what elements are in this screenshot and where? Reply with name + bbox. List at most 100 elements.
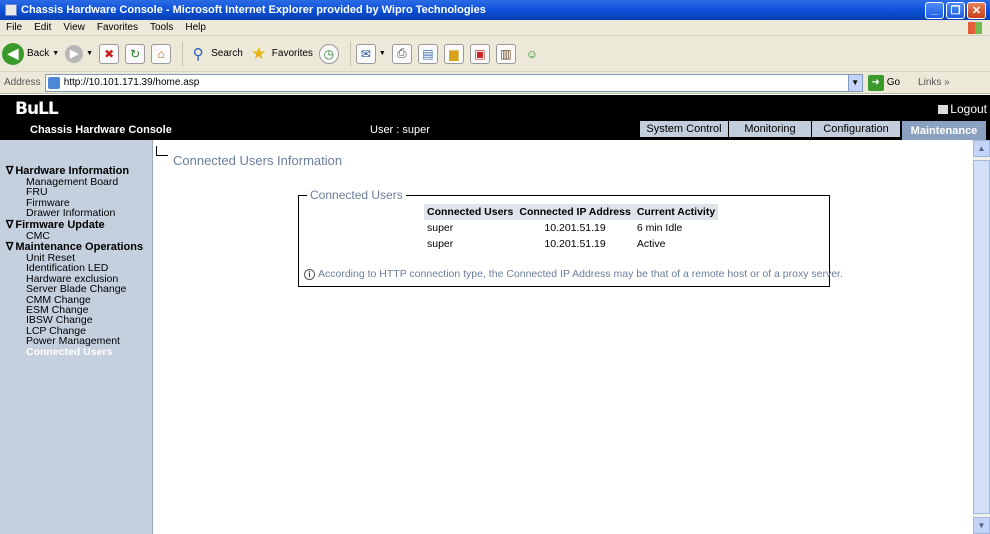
folder-button[interactable]: ▆ xyxy=(443,43,464,64)
info-note-text: According to HTTP connection type, the C… xyxy=(318,268,843,280)
cell-ip-address: 10.201.51.19 xyxy=(544,222,606,234)
research-button[interactable]: ▥ xyxy=(495,43,516,64)
tab-monitoring[interactable]: Monitoring xyxy=(729,121,811,137)
research-icon: ▥ xyxy=(495,43,516,64)
tab-system-control[interactable]: System Control xyxy=(640,121,728,137)
cell-user: super xyxy=(427,222,454,234)
info-icon: i xyxy=(304,268,315,280)
go-arrow-icon: ➜ xyxy=(867,74,884,91)
forward-dropdown-icon[interactable]: ▼ xyxy=(86,50,93,57)
close-button[interactable]: ✕ xyxy=(967,1,986,19)
pdf-button[interactable]: ▣ xyxy=(469,43,490,64)
search-icon: ⚲ xyxy=(192,45,204,63)
table-row: super 10.201.51.19 Active xyxy=(424,236,718,252)
logout-icon xyxy=(938,104,949,114)
sidebar-nav: ∇ Hardware Information Management Board F… xyxy=(0,140,153,534)
connected-users-table: Connected Users Connected IP Address Cur… xyxy=(424,204,719,252)
tab-configuration[interactable]: Configuration xyxy=(812,121,900,137)
column-header-connected-users: Connected Users xyxy=(424,204,517,220)
bull-logo: BuLL xyxy=(15,99,59,119)
stop-icon: ✖ xyxy=(99,43,120,64)
console-name: Chassis Hardware Console xyxy=(30,124,172,136)
page-icon xyxy=(47,76,60,89)
home-button[interactable]: ⌂ xyxy=(151,43,172,64)
browser-toolbar: ◀ Back ▼ ▶ ▼ ✖ ↻ ⌂ ⚲ Search ★ Favorites … xyxy=(0,36,990,72)
sidebar-item-drawer-information[interactable]: Drawer Information xyxy=(6,208,151,219)
nav-section-firmware-update[interactable]: ∇ Firmware Update xyxy=(6,219,151,231)
minimize-button[interactable]: _ xyxy=(925,1,944,19)
menu-tools[interactable]: Tools xyxy=(144,22,179,33)
connected-users-panel: Connected Users Connected Users Connecte… xyxy=(298,188,843,287)
scroll-thumb[interactable] xyxy=(973,160,990,514)
forward-button[interactable]: ▶ ▼ xyxy=(65,44,93,63)
edit-button[interactable]: ▤ xyxy=(417,43,438,64)
refresh-button[interactable]: ↻ xyxy=(125,43,146,64)
table-header-row: Connected Users Connected IP Address Cur… xyxy=(424,204,719,220)
column-header-current-activity: Current Activity xyxy=(633,204,719,220)
windows-logo-icon xyxy=(968,21,982,34)
panel-title: Connected Users xyxy=(307,188,406,202)
ie-window-icon xyxy=(5,4,17,16)
mail-dropdown-icon[interactable]: ▼ xyxy=(379,50,386,57)
cell-ip-address: 10.201.51.19 xyxy=(544,238,606,250)
address-bar: Address http://10.101.171.39/home.asp ▼ … xyxy=(0,72,990,94)
scroll-down-icon[interactable]: ▼ xyxy=(973,517,990,534)
folder-icon: ▆ xyxy=(443,43,464,64)
collapse-triangle-icon: ∇ xyxy=(6,241,14,254)
menu-favorites[interactable]: Favorites xyxy=(91,22,144,33)
menu-help[interactable]: Help xyxy=(179,22,212,33)
home-icon: ⌂ xyxy=(151,43,172,64)
user-info: User : super xyxy=(370,124,430,136)
stop-button[interactable]: ✖ xyxy=(99,43,120,64)
edit-page-icon: ▤ xyxy=(417,43,438,64)
window-title-bar: Chassis Hardware Console - Microsoft Int… xyxy=(0,0,990,20)
address-url: http://10.101.171.39/home.asp xyxy=(63,77,200,88)
messenger-button[interactable]: ☺ xyxy=(522,44,542,64)
tab-maintenance[interactable]: Maintenance xyxy=(902,121,986,140)
scroll-up-icon[interactable]: ▲ xyxy=(973,140,990,157)
app-header: BuLL Logout Chassis Hardware Console Use… xyxy=(0,95,990,140)
sidebar-item-cmc[interactable]: CMC xyxy=(6,230,151,241)
logout-link[interactable]: Logout xyxy=(938,102,987,116)
cell-activity: 6 min Idle xyxy=(636,222,683,234)
address-dropdown-icon[interactable]: ▼ xyxy=(847,74,862,91)
main-content: Connected Users Information Connected Us… xyxy=(154,140,973,534)
cell-activity: Active xyxy=(636,238,666,250)
table-row: super 10.201.51.19 6 min Idle xyxy=(424,220,718,236)
pdf-icon: ▣ xyxy=(469,43,490,64)
sidebar-item-connected-users[interactable]: Connected Users xyxy=(6,346,151,357)
back-arrow-icon: ◀ xyxy=(2,42,24,65)
cell-user: super xyxy=(427,238,454,250)
history-icon: ◷ xyxy=(318,43,339,64)
go-button[interactable]: ➜ Go xyxy=(867,74,900,91)
menu-view[interactable]: View xyxy=(57,22,91,33)
address-label: Address xyxy=(4,77,41,88)
collapse-triangle-icon: ∇ xyxy=(6,165,14,177)
print-icon: ⎙ xyxy=(391,43,412,64)
column-header-ip-address: Connected IP Address xyxy=(516,204,634,220)
forward-arrow-icon: ▶ xyxy=(65,44,84,63)
mail-button[interactable]: ✉ ▼ xyxy=(355,43,386,64)
history-button[interactable]: ◷ xyxy=(318,43,339,64)
menu-bar: File Edit View Favorites Tools Help xyxy=(0,20,990,36)
favorites-star-icon: ★ xyxy=(251,43,267,63)
page-title: Connected Users Information xyxy=(173,153,343,168)
links-button[interactable]: Links » xyxy=(918,77,950,88)
vertical-scrollbar[interactable]: ▲ ▼ xyxy=(973,140,990,534)
collapse-triangle-icon: ∇ xyxy=(6,218,14,231)
menu-file[interactable]: File xyxy=(0,22,28,33)
mail-icon: ✉ xyxy=(355,43,376,64)
search-button[interactable]: ⚲ Search xyxy=(188,44,243,64)
back-button[interactable]: ◀ Back ▼ xyxy=(2,42,59,65)
messenger-icon: ☺ xyxy=(525,46,538,61)
favorites-button[interactable]: ★ Favorites xyxy=(249,44,313,64)
info-note: i According to HTTP connection type, the… xyxy=(304,268,843,280)
back-dropdown-icon[interactable]: ▼ xyxy=(52,50,59,57)
address-input[interactable]: http://10.101.171.39/home.asp ▼ xyxy=(44,73,863,92)
print-button[interactable]: ⎙ xyxy=(391,43,412,64)
maximize-button[interactable]: ❐ xyxy=(946,1,965,19)
window-title: Chassis Hardware Console - Microsoft Int… xyxy=(21,4,486,16)
title-corner-decoration xyxy=(156,146,168,156)
menu-edit[interactable]: Edit xyxy=(28,22,57,33)
refresh-icon: ↻ xyxy=(125,43,146,64)
